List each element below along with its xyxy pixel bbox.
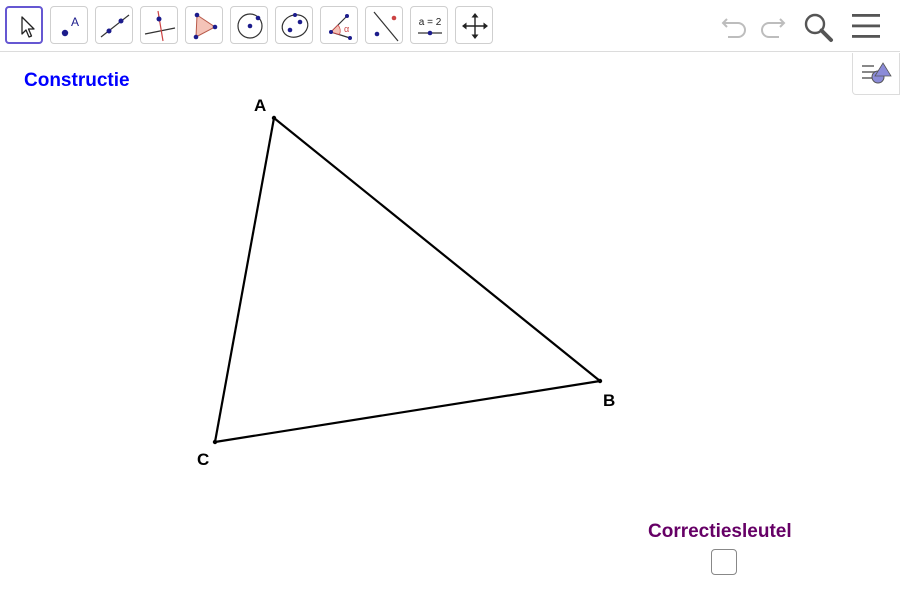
arrow-cursor-icon: [21, 16, 35, 38]
polygon-icon: [193, 12, 218, 40]
circle-tool-button[interactable]: [230, 6, 268, 44]
reflect-tool-button[interactable]: [365, 6, 403, 44]
slider-tool-glyph: a = 2: [419, 17, 442, 28]
point-c[interactable]: [212, 439, 218, 445]
point-c-label: C: [197, 450, 210, 469]
redo-icon[interactable]: [755, 10, 789, 42]
move-graphics-view-tool-button[interactable]: [455, 6, 493, 44]
answer-key-checkbox[interactable]: [711, 549, 737, 575]
point-tool-glyph: A: [71, 15, 79, 29]
undo-icon[interactable]: [718, 10, 752, 42]
segment-b-c[interactable]: [214, 379, 601, 444]
construction-title: Constructie: [24, 70, 130, 91]
perpendicular-line-tool-button[interactable]: [140, 6, 178, 44]
toolbar: A α a = 2: [0, 0, 900, 52]
reflect-about-line-icon: [373, 11, 399, 42]
angle-tool-glyph: α: [344, 24, 349, 34]
polygon-tool-button[interactable]: [185, 6, 223, 44]
angle-icon: α: [329, 14, 352, 40]
slider-icon: a = 2: [418, 17, 442, 36]
menu-icon[interactable]: [850, 13, 882, 41]
point-tool-button[interactable]: A: [50, 6, 88, 44]
construction-canvas: [212, 115, 603, 445]
perpendicular-line-icon: [144, 10, 176, 42]
circle-center-point-icon: [237, 13, 263, 39]
point-icon: A: [61, 15, 79, 37]
slider-tool-button[interactable]: a = 2: [410, 6, 448, 44]
ellipse-icon: [281, 13, 309, 38]
segment-a-b[interactable]: [273, 117, 601, 382]
conic-tool-button[interactable]: [275, 6, 313, 44]
search-icon[interactable]: [801, 11, 835, 43]
line-icon: [100, 14, 130, 38]
point-b[interactable]: [597, 378, 603, 384]
angle-tool-button[interactable]: α: [320, 6, 358, 44]
line-tool-button[interactable]: [95, 6, 133, 44]
point-a[interactable]: [271, 115, 277, 121]
move-tool-button[interactable]: [5, 6, 43, 44]
graphics-view[interactable]: Constructie A B C: [0, 53, 900, 600]
point-b-label: B: [603, 391, 616, 410]
four-way-arrow-icon: [462, 13, 488, 39]
answer-key-label: Correctiesleutel: [648, 521, 792, 542]
point-a-label: A: [254, 96, 267, 115]
segment-c-a[interactable]: [213, 117, 276, 443]
